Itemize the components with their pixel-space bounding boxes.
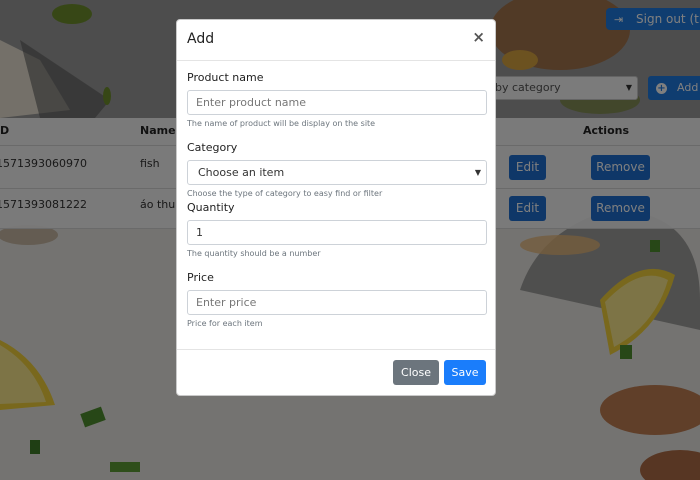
close-button[interactable]: Close: [393, 360, 439, 385]
quantity-input[interactable]: 1: [187, 220, 487, 245]
product-name-label: Product name: [187, 71, 264, 84]
price-help: Price for each item: [187, 319, 263, 328]
modal-title: Add: [187, 31, 215, 47]
modal-header: Add ×: [177, 20, 495, 61]
quantity-help: The quantity should be a number: [187, 249, 321, 258]
close-icon[interactable]: ×: [472, 28, 485, 46]
product-name-help: The name of product will be display on t…: [187, 119, 376, 128]
category-label: Category: [187, 141, 238, 154]
product-name-input[interactable]: Enter product name: [187, 90, 487, 115]
modal-footer: Close Save: [177, 349, 495, 395]
price-label: Price: [187, 271, 214, 284]
add-product-modal: Add × Product name Enter product name Th…: [176, 19, 496, 396]
price-input[interactable]: Enter price: [187, 290, 487, 315]
category-select[interactable]: Choose an item ▼: [187, 160, 487, 185]
category-help: Choose the type of category to easy find…: [187, 189, 383, 198]
category-selected-value: Choose an item: [198, 166, 285, 179]
chevron-down-icon: ▼: [474, 168, 481, 177]
save-button[interactable]: Save: [444, 360, 486, 385]
quantity-label: Quantity: [187, 201, 235, 214]
